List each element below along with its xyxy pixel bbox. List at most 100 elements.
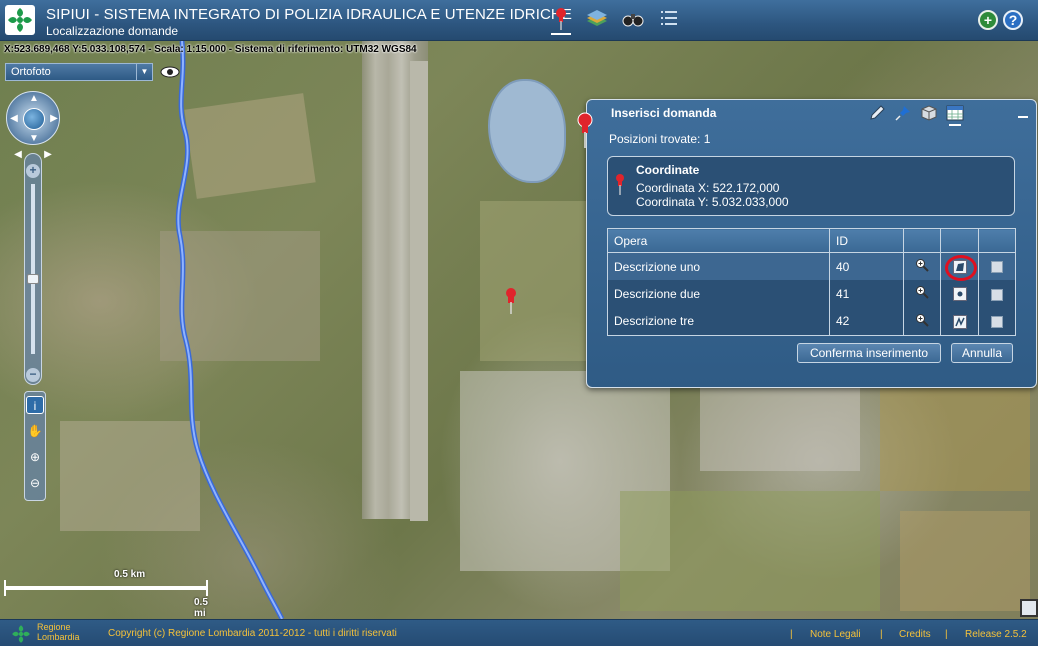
zoom-box-out-icon[interactable]: ⊖ bbox=[26, 474, 44, 492]
zoom-box-in-icon[interactable]: ⊕ bbox=[26, 448, 44, 466]
id-cell: 40 bbox=[829, 252, 904, 281]
row-checkbox[interactable] bbox=[991, 261, 1003, 274]
footer-brand-line2: Lombardia bbox=[37, 632, 80, 642]
line-icon[interactable] bbox=[952, 314, 967, 329]
map-field bbox=[620, 491, 880, 611]
cancel-button[interactable]: Annulla bbox=[951, 343, 1013, 363]
basemap-select[interactable]: Ortofoto ▼ bbox=[5, 63, 153, 81]
release-label: Release 2.5.2 bbox=[965, 629, 1027, 640]
geometry-cell bbox=[940, 307, 979, 336]
airport-taxiway bbox=[410, 61, 428, 521]
legal-notes-link[interactable]: Note Legali bbox=[810, 629, 861, 640]
geometry-cell bbox=[940, 252, 979, 281]
footer-separator: | bbox=[945, 629, 948, 640]
pushpin-icon[interactable] bbox=[893, 104, 913, 122]
column-header-geometry bbox=[940, 228, 979, 253]
pan-control[interactable]: ▲ ▼ ◀ ▶ bbox=[6, 91, 60, 145]
geometry-cell bbox=[940, 280, 979, 308]
minimize-icon[interactable] bbox=[1018, 116, 1028, 118]
footer-brand: Regione Lombardia bbox=[37, 622, 80, 642]
table-row[interactable]: Descrizione due 41 bbox=[607, 280, 1016, 308]
info-icon[interactable]: i bbox=[26, 396, 44, 414]
app-title: SIPIUI - SISTEMA INTEGRATO DI POLIZIA ID… bbox=[46, 6, 572, 23]
pan-down-icon[interactable]: ▼ bbox=[28, 133, 40, 145]
table-row[interactable]: Descrizione tre 42 bbox=[607, 307, 1016, 336]
lake bbox=[488, 79, 566, 183]
grid-header-row: Opera ID bbox=[607, 228, 1016, 253]
overview-map-toggle[interactable] bbox=[1020, 599, 1038, 617]
help-icon[interactable]: ? bbox=[1003, 10, 1023, 30]
zoom-to-icon[interactable] bbox=[903, 307, 941, 336]
pan-right-icon[interactable]: ▶ bbox=[48, 113, 60, 125]
map-pin-marker[interactable] bbox=[503, 287, 519, 315]
zoom-slider-track[interactable] bbox=[31, 184, 35, 354]
zoom-in-icon[interactable]: + bbox=[26, 164, 40, 178]
page-subtitle: Localizzazione domande bbox=[46, 24, 179, 38]
select-cell bbox=[978, 280, 1016, 308]
pin-icon[interactable] bbox=[548, 6, 574, 35]
pushpin-marker-icon bbox=[575, 112, 595, 150]
zoom-to-icon[interactable] bbox=[903, 280, 941, 308]
map-coordinate-readout: X:523.689,468 Y:5.033.108,574 - Scala: 1… bbox=[4, 44, 417, 55]
layers-icon[interactable] bbox=[584, 6, 610, 32]
highlight-circle bbox=[944, 254, 977, 281]
polygon-icon[interactable] bbox=[944, 254, 977, 281]
positions-found-label: Posizioni trovate: 1 bbox=[609, 132, 711, 146]
map-canvas[interactable]: X:523.689,468 Y:5.033.108,574 - Scala: 1… bbox=[0, 41, 1038, 619]
binoculars-icon[interactable] bbox=[620, 6, 646, 32]
column-header-select bbox=[978, 228, 1016, 253]
chevron-down-icon: ▼ bbox=[136, 64, 152, 80]
opere-grid: Opera ID Descrizione uno 40 Descrizione … bbox=[607, 228, 1016, 336]
credits-link[interactable]: Credits bbox=[899, 629, 931, 640]
map-navigation-control: ▲ ▼ ◀ ▶ ◀ ▶ + − i ✋ ⊕ ⊖ bbox=[6, 91, 60, 501]
column-header-opera[interactable]: Opera bbox=[607, 228, 830, 253]
footer-brand-line1: Regione bbox=[37, 622, 71, 632]
coordinates-title: Coordinate bbox=[636, 163, 700, 177]
pan-up-icon[interactable]: ▲ bbox=[28, 93, 40, 105]
footer-separator: | bbox=[790, 629, 793, 640]
arrow-right-icon[interactable]: ▶ bbox=[42, 149, 54, 161]
id-cell: 41 bbox=[829, 280, 904, 308]
id-cell: 42 bbox=[829, 307, 904, 336]
add-icon[interactable]: + bbox=[978, 10, 998, 30]
globe-icon[interactable] bbox=[23, 108, 45, 130]
select-cell bbox=[978, 252, 1016, 281]
zoom-to-icon[interactable] bbox=[903, 252, 941, 281]
column-header-id[interactable]: ID bbox=[829, 228, 904, 253]
pencil-icon[interactable] bbox=[867, 104, 887, 122]
map-field bbox=[480, 201, 590, 361]
point-icon[interactable] bbox=[952, 287, 967, 302]
coordinates-box: Coordinate Coordinata X: 522.172,000 Coo… bbox=[607, 156, 1015, 216]
app-header: SIPIUI - SISTEMA INTEGRATO DI POLIZIA ID… bbox=[0, 0, 1038, 41]
scale-bar: 0.5 km 0.5 mi bbox=[4, 569, 214, 619]
table-row[interactable]: Descrizione uno 40 bbox=[607, 252, 1016, 281]
zoom-slider-handle[interactable] bbox=[27, 274, 39, 284]
hand-icon[interactable]: ✋ bbox=[26, 422, 44, 440]
copyright-text: Copyright (c) Regione Lombardia 2011-201… bbox=[108, 628, 397, 639]
pushpin-marker-icon bbox=[616, 174, 624, 195]
app-footer: Regione Lombardia Copyright (c) Regione … bbox=[0, 619, 1038, 646]
arrow-left-icon[interactable]: ◀ bbox=[12, 149, 24, 161]
cube-icon[interactable] bbox=[919, 104, 939, 122]
coordinate-y: Coordinata Y: 5.032.033,000 bbox=[636, 195, 789, 209]
opera-cell: Descrizione due bbox=[607, 280, 830, 308]
opera-cell: Descrizione uno bbox=[607, 252, 830, 281]
table-icon[interactable] bbox=[945, 104, 965, 126]
coordinate-x: Coordinata X: 522.172,000 bbox=[636, 181, 780, 195]
pan-left-icon[interactable]: ◀ bbox=[8, 113, 20, 125]
zoom-out-icon[interactable]: − bbox=[26, 368, 40, 382]
zoom-slider[interactable]: + − bbox=[24, 153, 42, 385]
list-icon[interactable] bbox=[656, 6, 682, 32]
select-cell bbox=[978, 307, 1016, 336]
column-header-zoom bbox=[903, 228, 941, 253]
row-checkbox[interactable] bbox=[991, 316, 1003, 329]
row-checkbox[interactable] bbox=[991, 288, 1003, 301]
insert-request-panel: Inserisci domanda Posizioni trovate: 1 C… bbox=[577, 99, 1037, 388]
scale-mi-label: 0.5 mi bbox=[194, 597, 208, 619]
confirm-insert-button[interactable]: Conferma inserimento bbox=[797, 343, 941, 363]
regione-lombardia-logo bbox=[5, 5, 35, 35]
eye-icon[interactable] bbox=[160, 65, 180, 79]
scale-bar-km bbox=[4, 580, 208, 588]
scale-bar-mi bbox=[4, 588, 208, 596]
opera-cell: Descrizione tre bbox=[607, 307, 830, 336]
